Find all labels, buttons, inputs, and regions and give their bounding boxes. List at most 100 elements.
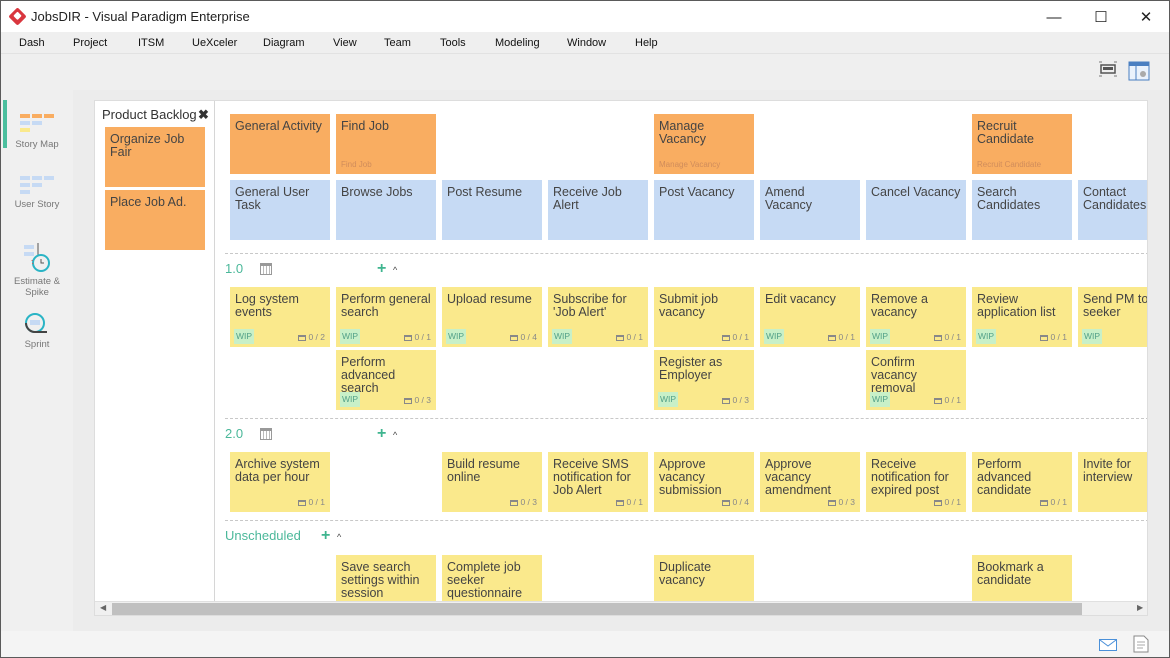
card-title: Subscribe for 'Job Alert' [553, 292, 627, 319]
task-card[interactable]: Browse Jobs [336, 180, 436, 240]
task-count-value: 0 / 1 [308, 497, 325, 507]
story-card[interactable]: Invite for interview [1078, 452, 1147, 512]
nav-label: Sprint [24, 339, 50, 350]
wip-badge: WIP [976, 329, 997, 344]
story-card[interactable]: Archive system data per hour 0 / 1 [230, 452, 330, 512]
task-count: 0 / 1 [1040, 331, 1067, 344]
release-name[interactable]: Unscheduled [225, 528, 301, 543]
collapse-caret-icon[interactable]: ^ [393, 265, 397, 275]
menu-team[interactable]: Team [384, 37, 411, 49]
menu-help[interactable]: Help [635, 37, 658, 49]
card-title: Register as Employer [659, 355, 723, 382]
wip-badge: WIP [234, 329, 255, 344]
menu-project[interactable]: Project [73, 37, 107, 49]
panel-settings-icon[interactable] [1128, 61, 1150, 86]
task-count: 0 / 1 [934, 331, 961, 344]
story-card[interactable]: Approve vacancy submission 0 / 4 [654, 452, 754, 512]
story-card[interactable]: Perform general search WIP 0 / 1 [336, 287, 436, 347]
minimize-button[interactable]: — [1031, 5, 1077, 29]
nav-sprint[interactable]: Sprint [1, 310, 73, 360]
scroll-left-arrow-icon[interactable]: ◀ [100, 603, 106, 612]
task-card[interactable]: Post Vacancy [654, 180, 754, 240]
activity-card[interactable]: Manage Vacancy Manage Vacancy [654, 114, 754, 174]
task-icon [934, 334, 943, 341]
task-count: 0 / 1 [828, 331, 855, 344]
task-card[interactable]: Contact Candidates [1078, 180, 1147, 240]
scroll-right-arrow-icon[interactable]: ▶ [1137, 603, 1143, 612]
card-title: Amend Vacancy [765, 185, 813, 212]
document-icon[interactable] [1133, 635, 1149, 658]
card-title: Manage Vacancy [659, 119, 707, 146]
app-logo-icon [8, 7, 27, 26]
maximize-button[interactable]: ☐ [1078, 5, 1124, 29]
add-story-icon[interactable]: + [321, 528, 330, 544]
story-card[interactable]: Confirm vacancy removal WIP 0 / 1 [866, 350, 966, 410]
task-count: 0 / 1 [298, 496, 325, 509]
backlog-item[interactable]: Place Job Ad. [105, 190, 205, 250]
horizontal-scrollbar[interactable]: ◀ ▶ [95, 601, 1147, 615]
story-card[interactable]: Review application list WIP 0 / 1 [972, 287, 1072, 347]
add-story-icon[interactable]: + [377, 426, 386, 442]
story-card[interactable]: Receive SMS notification for Job Alert 0 … [548, 452, 648, 512]
story-card[interactable]: Edit vacancy WIP 0 / 1 [760, 287, 860, 347]
collapse-caret-icon[interactable]: ^ [393, 430, 397, 440]
menu-diagram[interactable]: Diagram [263, 37, 305, 49]
nav-user-story[interactable]: User Story [1, 162, 73, 222]
story-card[interactable]: Upload resume WIP 0 / 4 [442, 287, 542, 347]
story-card[interactable]: Remove a vacancy WIP 0 / 1 [866, 287, 966, 347]
task-card[interactable]: Cancel Vacancy [866, 180, 966, 240]
task-icon [934, 397, 943, 404]
wip-badge: WIP [446, 329, 467, 344]
task-card[interactable]: Search Candidates [972, 180, 1072, 240]
story-card[interactable]: Approve vacancy amendment 0 / 3 [760, 452, 860, 512]
task-card[interactable]: Post Resume [442, 180, 542, 240]
task-icon [298, 499, 307, 506]
menu-tools[interactable]: Tools [440, 37, 466, 49]
story-card[interactable]: Build resume online 0 / 3 [442, 452, 542, 512]
story-card[interactable]: Receive notification for expired post 0 /… [866, 452, 966, 512]
release-name[interactable]: 1.0 [225, 261, 243, 276]
task-card[interactable]: Receive Job Alert [548, 180, 648, 240]
menu-window[interactable]: Window [567, 37, 606, 49]
calendar-icon[interactable] [260, 263, 272, 275]
task-count-value: 0 / 3 [520, 497, 537, 507]
story-card[interactable]: Perform advanced candidate 0 / 1 [972, 452, 1072, 512]
story-card[interactable]: Send PM to seeker WIP [1078, 287, 1147, 347]
task-count-value: 0 / 3 [414, 395, 431, 405]
menu-uexceler[interactable]: UeXceler [192, 37, 237, 49]
task-card[interactable]: Amend Vacancy [760, 180, 860, 240]
backlog-item[interactable]: Organize Job Fair [105, 127, 205, 187]
mail-icon[interactable] [1099, 638, 1117, 656]
menu-dash[interactable]: Dash [19, 37, 45, 49]
sprint-icon [25, 313, 47, 333]
card-title: Contact Candidates [1083, 185, 1147, 212]
story-card[interactable]: Register as Employer WIP 0 / 3 [654, 350, 754, 410]
story-card[interactable]: Subscribe for 'Job Alert' WIP 0 / 1 [548, 287, 648, 347]
card-title: Save search settings within session [341, 560, 420, 600]
task-count: 0 / 3 [722, 394, 749, 407]
activity-card[interactable]: General Activity [230, 114, 330, 174]
menu-itsm[interactable]: ITSM [138, 37, 164, 49]
menu-view[interactable]: View [333, 37, 357, 49]
wip-badge: WIP [658, 392, 679, 407]
add-story-icon[interactable]: + [377, 261, 386, 277]
calendar-icon[interactable] [260, 428, 272, 440]
fit-to-screen-icon[interactable] [1098, 61, 1118, 82]
card-title: Duplicate vacancy [659, 560, 712, 587]
scrollbar-thumb[interactable] [112, 603, 1082, 615]
task-card[interactable]: General User Task [230, 180, 330, 240]
story-card[interactable]: Log system events WIP 0 / 2 [230, 287, 330, 347]
story-card[interactable]: Perform advanced search WIP 0 / 3 [336, 350, 436, 410]
close-icon[interactable]: ✖ [198, 107, 209, 123]
story-card[interactable]: Submit job vacancy 0 / 1 [654, 287, 754, 347]
menu-modeling[interactable]: Modeling [495, 37, 540, 49]
nav-estimate-spike[interactable]: Estimate & Spike [1, 228, 73, 298]
release-name[interactable]: 2.0 [225, 426, 243, 441]
card-title: Remove a vacancy [871, 292, 928, 319]
activity-card[interactable]: Find Job Find Job [336, 114, 436, 174]
nav-story-map[interactable]: Story Map [1, 100, 73, 160]
activity-card[interactable]: Recruit Candidate Recruit Candidate [972, 114, 1072, 174]
card-title: General Activity [235, 119, 322, 133]
collapse-caret-icon[interactable]: ^ [337, 532, 341, 542]
close-button[interactable]: ✕ [1123, 5, 1169, 29]
